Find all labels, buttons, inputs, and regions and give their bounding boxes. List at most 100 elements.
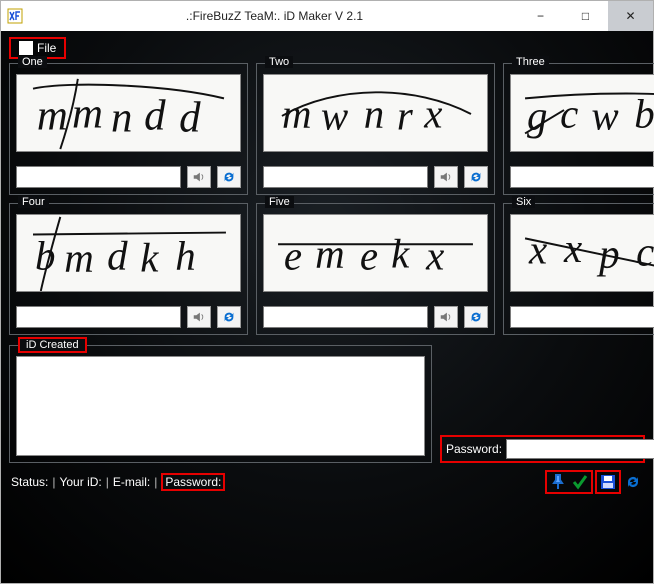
group-legend: Six [512, 196, 535, 208]
captcha-input-four[interactable] [16, 306, 181, 328]
refresh-icon [625, 474, 641, 490]
id-created-group: iD Created [9, 345, 432, 463]
captcha-input-five[interactable] [263, 306, 428, 328]
refresh-all-button[interactable] [623, 473, 643, 491]
password-input[interactable] [506, 439, 654, 459]
speaker-button-five[interactable] [434, 306, 458, 328]
captcha-group-four: Four b m d k h [9, 203, 248, 335]
captcha-group-three: Three g c w b m [503, 63, 654, 195]
password-status-label: Password: [161, 473, 225, 491]
refresh-button-five[interactable] [464, 306, 488, 328]
window-title: .:FireBuzZ TeaM:. iD Maker V 2.1 [31, 9, 518, 23]
svg-text:m: m [72, 91, 102, 138]
svg-text:g: g [527, 94, 547, 139]
svg-text:d: d [179, 95, 201, 142]
refresh-icon [469, 310, 483, 324]
svg-text:e: e [360, 234, 378, 279]
separator: | [106, 475, 109, 489]
maximize-button[interactable]: □ [563, 1, 608, 31]
refresh-icon [222, 170, 236, 184]
group-legend: Three [512, 56, 549, 68]
check-icon [572, 474, 588, 490]
speaker-icon [192, 310, 206, 324]
captcha-input-one[interactable] [16, 166, 181, 188]
separator: | [52, 475, 55, 489]
group-legend: One [18, 56, 47, 68]
titlebar: .:FireBuzZ TeaM:. iD Maker V 2.1 − □ ✕ [1, 1, 653, 31]
your-id-label: Your iD: [59, 475, 101, 489]
close-button[interactable]: ✕ [608, 1, 653, 31]
password-label: Password: [446, 442, 502, 456]
refresh-icon [222, 310, 236, 324]
captcha-input-row [263, 166, 488, 188]
floppy-icon [600, 474, 616, 490]
svg-text:w: w [321, 94, 348, 139]
window-buttons: − □ ✕ [518, 1, 653, 31]
captcha-input-row [16, 166, 241, 188]
svg-text:m: m [37, 93, 67, 140]
refresh-button-one[interactable] [217, 166, 241, 188]
captcha-image-one: m m n d d [16, 74, 241, 152]
captcha-input-row [16, 306, 241, 328]
separator: | [154, 475, 157, 489]
captcha-image-two: m w n r x [263, 74, 488, 152]
email-label: E-mail: [113, 475, 150, 489]
refresh-icon [469, 170, 483, 184]
svg-text:c: c [560, 92, 578, 137]
captcha-image-five: e m e k x [263, 214, 488, 292]
refresh-button-two[interactable] [464, 166, 488, 188]
check-button[interactable] [570, 473, 590, 491]
svg-text:k: k [391, 232, 410, 277]
captcha-group-five: Five e m e k x [256, 203, 495, 335]
password-row: Password: [440, 435, 645, 463]
captcha-group-six: Six x x p c x [503, 203, 654, 335]
svg-text:m: m [64, 236, 94, 281]
svg-text:c: c [636, 230, 654, 275]
svg-text:h: h [175, 234, 195, 279]
captcha-image-six: x x p c x [510, 214, 654, 292]
captcha-input-row [510, 166, 654, 188]
svg-text:x: x [425, 234, 444, 279]
svg-text:e: e [284, 234, 302, 279]
bottom-row: iD Created Password: [9, 345, 645, 463]
svg-text:d: d [107, 234, 128, 279]
svg-text:x: x [528, 228, 547, 273]
svg-text:w: w [591, 94, 618, 139]
captcha-image-four: b m d k h [16, 214, 241, 292]
group-legend: Four [18, 196, 49, 208]
app-window: .:FireBuzZ TeaM:. iD Maker V 2.1 − □ ✕ F… [0, 0, 654, 584]
status-right [545, 470, 643, 494]
status-label: Status: [11, 475, 48, 489]
captcha-group-one: One m m n d d [9, 63, 248, 195]
svg-text:n: n [111, 95, 132, 142]
status-action-group-1 [545, 470, 593, 494]
group-legend: Two [265, 56, 293, 68]
speaker-button-one[interactable] [187, 166, 211, 188]
password-column: Password: [440, 345, 645, 463]
speaker-icon [439, 170, 453, 184]
svg-text:b: b [634, 92, 654, 137]
status-action-group-2 [595, 470, 621, 494]
save-button[interactable] [598, 473, 618, 491]
captcha-grid: One m m n d d [9, 63, 645, 335]
speaker-button-two[interactable] [434, 166, 458, 188]
file-icon [19, 41, 33, 55]
captcha-group-two: Two m w n r x [256, 63, 495, 195]
id-created-legend: iD Created [18, 337, 87, 353]
refresh-button-four[interactable] [217, 306, 241, 328]
id-created-listbox[interactable] [16, 356, 425, 456]
pin-icon [550, 474, 566, 490]
svg-text:k: k [140, 236, 159, 281]
captcha-input-row [510, 306, 654, 328]
captcha-input-two[interactable] [263, 166, 428, 188]
file-menu-label: File [37, 41, 56, 55]
svg-text:n: n [364, 92, 384, 137]
speaker-button-four[interactable] [187, 306, 211, 328]
pin-button[interactable] [548, 473, 568, 491]
svg-text:r: r [397, 94, 414, 139]
minimize-button[interactable]: − [518, 1, 563, 31]
captcha-input-six[interactable] [510, 306, 654, 328]
captcha-input-row [263, 306, 488, 328]
captcha-input-three[interactable] [510, 166, 654, 188]
client-area: File One m m n d d [1, 31, 653, 583]
